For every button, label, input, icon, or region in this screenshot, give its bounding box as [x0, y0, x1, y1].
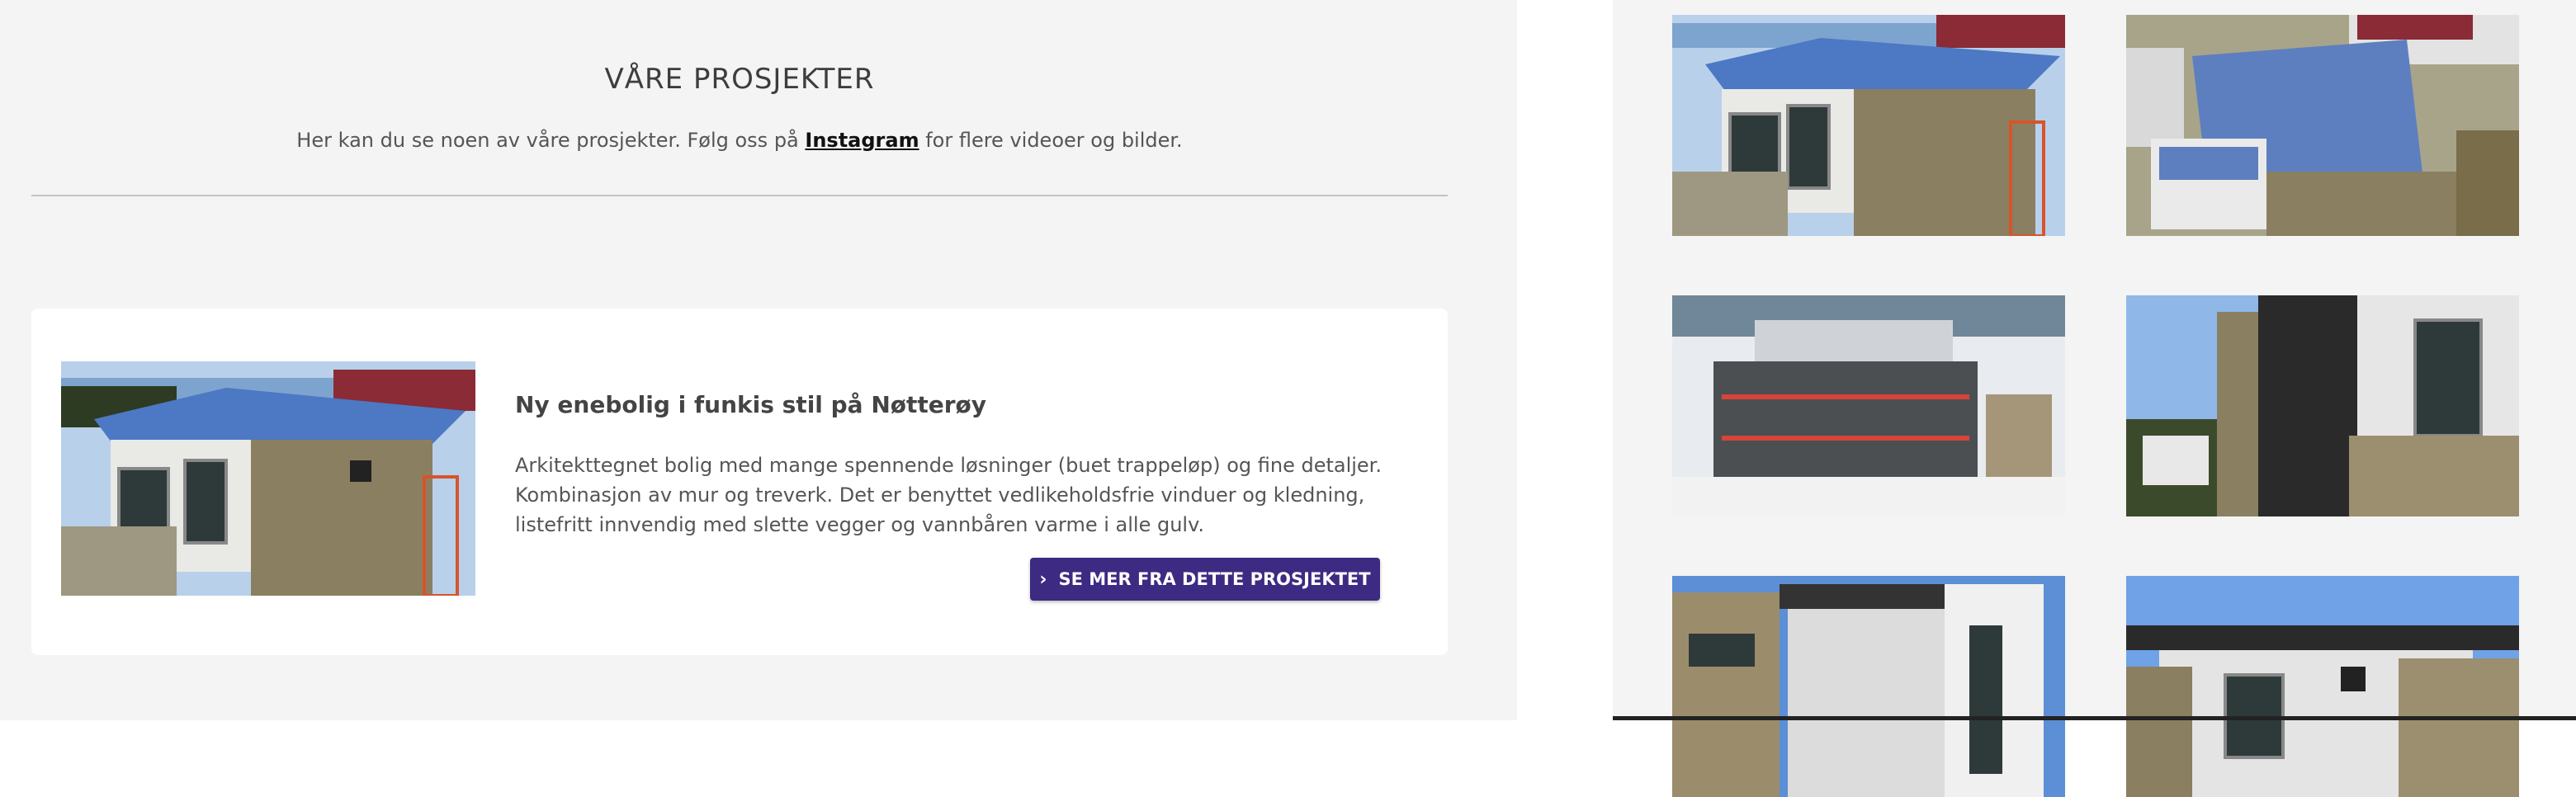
- page-subtitle: Her kan du se noen av våre prosjekter. F…: [0, 129, 1479, 152]
- page-bottom-border: [1613, 716, 2576, 720]
- instagram-link[interactable]: Instagram: [805, 129, 919, 152]
- project-thumbnail[interactable]: [61, 361, 475, 596]
- gallery-image-5[interactable]: [1672, 576, 2065, 797]
- gallery-image-1[interactable]: [1672, 15, 2065, 236]
- see-more-label: SE MER FRA DETTE PROSJEKTET: [1058, 569, 1371, 589]
- project-title: Ny enebolig i funkis stil på Nøtterøy: [515, 391, 987, 418]
- project-card: Ny enebolig i funkis stil på Nøtterøy Ar…: [31, 309, 1448, 655]
- subtitle-text-before: Her kan du se noen av våre prosjekter. F…: [296, 129, 806, 152]
- page-title: VÅRE PROSJEKTER: [604, 63, 875, 96]
- section-divider: [31, 195, 1448, 196]
- gallery-pane: [1613, 0, 2576, 797]
- see-more-button[interactable]: › SE MER FRA DETTE PROSJEKTET: [1030, 558, 1380, 601]
- gallery-image-4[interactable]: [2126, 295, 2519, 516]
- project-description: Arkitekttegnet bolig med mange spennende…: [515, 454, 1382, 536]
- gallery-image-2[interactable]: [2126, 15, 2519, 236]
- projects-section: VÅRE PROSJEKTER Her kan du se noen av vå…: [0, 0, 1517, 720]
- gallery-image-6[interactable]: [2126, 576, 2519, 797]
- gallery-image-3[interactable]: [1672, 295, 2065, 516]
- subtitle-text-after: for flere videoer og bilder.: [919, 129, 1183, 152]
- chevron-right-icon: ›: [1039, 568, 1047, 590]
